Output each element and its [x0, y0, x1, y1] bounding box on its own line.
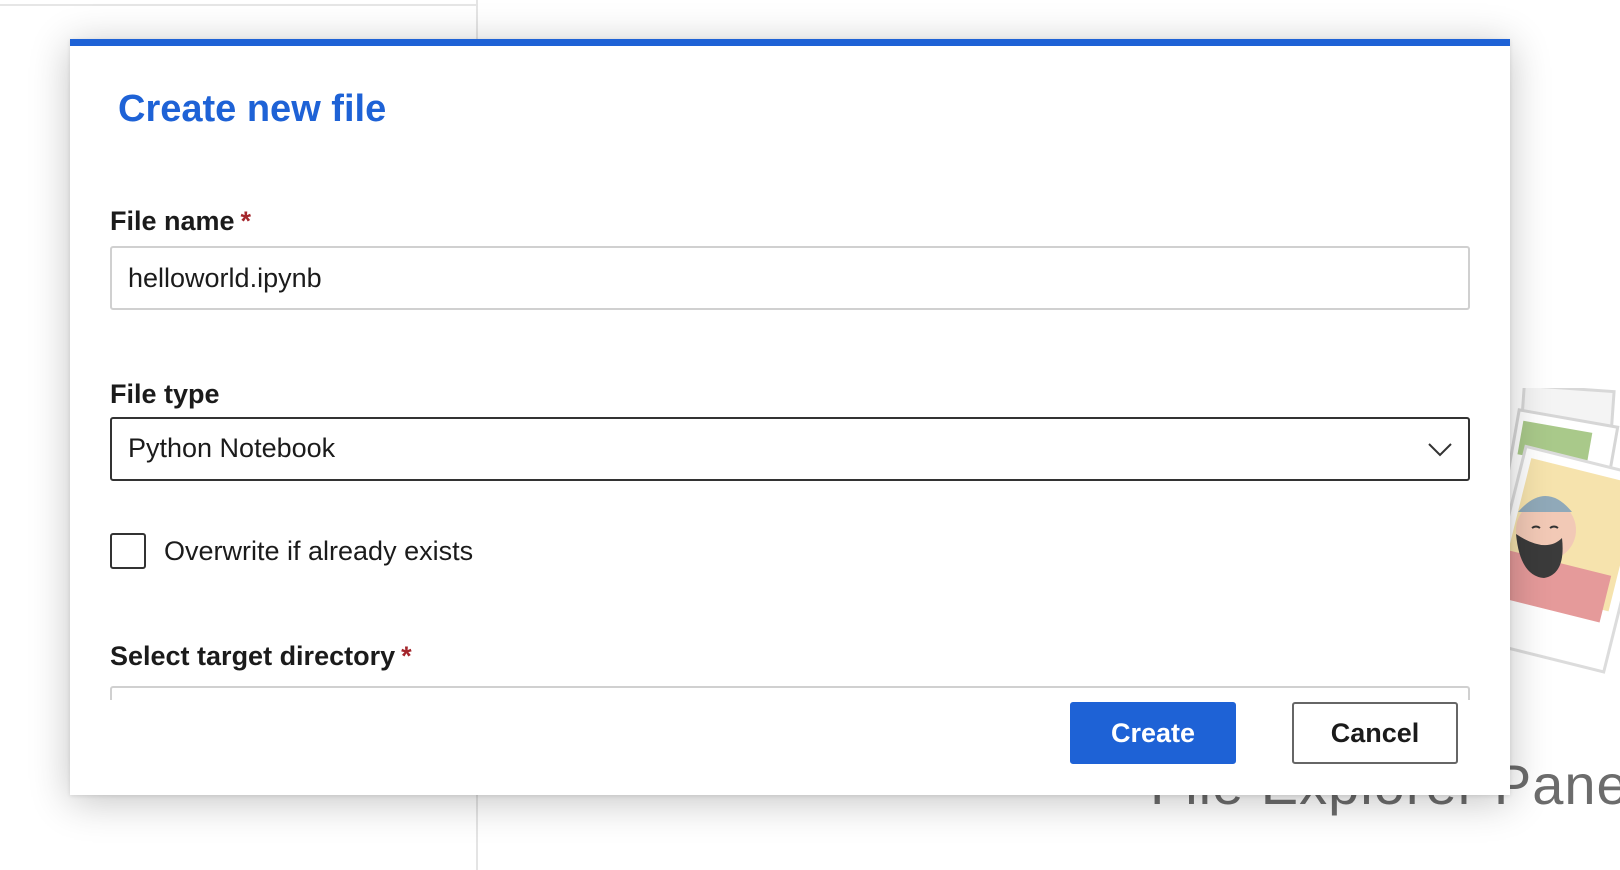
target-directory-label: Select target directory *	[110, 641, 412, 672]
create-button[interactable]: Create	[1070, 702, 1236, 764]
required-indicator: *	[240, 206, 252, 236]
target-directory-label-text: Select target directory	[110, 641, 396, 671]
overwrite-checkbox[interactable]	[110, 533, 146, 569]
file-name-label-text: File name	[110, 206, 235, 236]
overwrite-checkbox-row[interactable]: Overwrite if already exists	[110, 530, 473, 572]
dialog-title: Create new file	[118, 88, 387, 130]
required-indicator: *	[401, 641, 412, 671]
chevron-down-icon	[1428, 443, 1452, 457]
file-name-input[interactable]	[110, 246, 1470, 310]
empty-state-illustration	[1500, 388, 1620, 674]
create-new-file-dialog: Create new file File name* File type Pyt…	[70, 39, 1510, 795]
file-name-label: File name *	[110, 206, 251, 237]
file-type-label-text: File type	[110, 379, 220, 409]
file-type-selected-value: Python Notebook	[128, 433, 336, 463]
cancel-button[interactable]: Cancel	[1292, 702, 1458, 764]
background-top-border	[0, 4, 476, 6]
overwrite-checkbox-label[interactable]: Overwrite if already exists	[164, 536, 473, 567]
file-type-label: File type	[110, 379, 220, 410]
file-type-dropdown[interactable]: Python Notebook	[110, 417, 1470, 481]
target-directory-picker[interactable]	[110, 686, 1470, 700]
